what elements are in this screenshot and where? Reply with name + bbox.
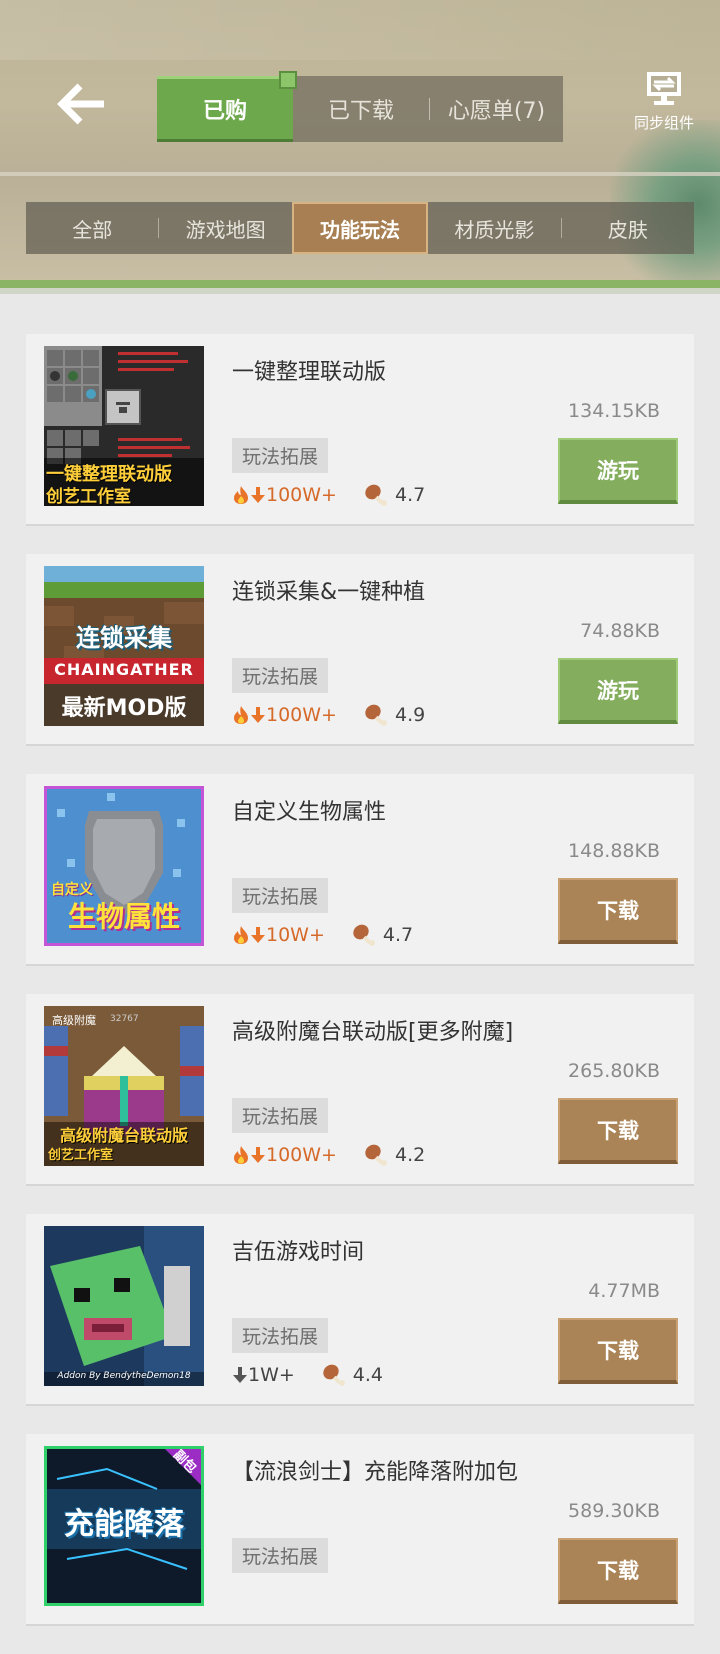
thumbnail-caption: 充能降落 <box>64 1507 184 1542</box>
item-title: 高级附魔台联动版[更多附魔] <box>232 1020 514 1045</box>
item-tag: 玩法拓展 <box>232 878 329 913</box>
purchase-tabs: 已购 已下载 心愿单(7) <box>157 71 563 142</box>
item-stats: 100W+ 4.7 <box>232 482 425 508</box>
fire-icon <box>234 926 248 944</box>
item-downloads: 100W+ <box>266 484 337 506</box>
list-item[interactable]: 高级附魔 32767 高级附魔台联动版 创艺工作室 高级附魔台联动版[更多附魔]… <box>26 994 694 1186</box>
item-title: 吉伍游戏时间 <box>232 1240 365 1265</box>
thumbnail-caption: 高级附魔台联动版 <box>59 1126 188 1145</box>
list-item[interactable]: 连锁采集 CHAINGATHER 最新MOD版 连锁采集&一键种植 74.88K… <box>26 554 694 746</box>
thumbnail-caption: 最新MOD版 <box>61 696 187 721</box>
thumbnail-caption: 创艺工作室 <box>48 1148 114 1163</box>
thumbnail-caption: CHAINGATHER <box>54 660 194 679</box>
item-rating: 4.4 <box>352 1364 384 1386</box>
category-textures-shaders[interactable]: 材质光影 <box>428 202 560 254</box>
sync-icon <box>647 72 681 105</box>
item-size: 74.88KB <box>580 620 660 642</box>
item-tag: 玩法拓展 <box>232 658 329 693</box>
list-item[interactable]: 副包 充能降落 【流浪剑士】充能降落附加包 589.30KB 玩法拓展 下载 <box>26 1434 694 1626</box>
thumbnail-caption: 32767 <box>110 1014 139 1024</box>
item-downloads: 10W+ <box>266 924 325 946</box>
item-tag: 玩法拓展 <box>232 1538 329 1573</box>
item-rating: 4.7 <box>382 924 414 946</box>
back-button[interactable] <box>56 80 108 128</box>
category-tabs: 全部 游戏地图 功能玩法 材质光影 皮肤 <box>26 202 694 254</box>
download-arrow-icon <box>251 487 265 503</box>
thumbnail-caption: Addon By BendytheDemon18 <box>57 1371 191 1381</box>
item-rating: 4.7 <box>394 484 426 506</box>
list-item[interactable]: Addon By BendytheDemon18 吉伍游戏时间 4.77MB 玩… <box>26 1214 694 1406</box>
tab-downloaded[interactable]: 已下载 <box>293 76 429 142</box>
grass-strip-shadow <box>0 288 720 294</box>
item-thumbnail: 副包 充能降落 <box>44 1446 204 1606</box>
fire-icon <box>234 1146 248 1164</box>
download-arrow-icon <box>251 927 265 943</box>
arrow-left-icon <box>57 83 104 125</box>
play-button[interactable]: 游玩 <box>558 658 678 724</box>
item-stats: 100W+ 4.2 <box>232 1142 425 1168</box>
download-button[interactable]: 下载 <box>558 1538 678 1604</box>
download-button[interactable]: 下载 <box>558 878 678 944</box>
fire-icon <box>234 706 248 724</box>
drumstick-icon <box>323 1364 345 1386</box>
tab-purchased[interactable]: 已购 <box>157 71 297 142</box>
grass-strip <box>0 280 720 288</box>
item-stats: 100W+ 4.9 <box>232 702 425 728</box>
item-title: 【流浪剑士】充能降落附加包 <box>232 1460 519 1485</box>
thumbnail-caption: 高级附魔 <box>52 1014 96 1027</box>
item-size: 134.15KB <box>568 400 660 422</box>
play-button[interactable]: 游玩 <box>558 438 678 504</box>
list-item[interactable]: 自定义 生物属性 自定义生物属性 148.88KB 玩法拓展 10W+ 4.7 … <box>26 774 694 966</box>
category-gameplay[interactable]: 功能玩法 <box>291 202 429 254</box>
item-stats: 10W+ 4.7 <box>232 922 413 948</box>
item-list: 一键整理联动版 创艺工作室 一键整理联动版 134.15KB 玩法拓展 100W… <box>26 334 694 1654</box>
item-title: 一键整理联动版 <box>232 360 387 385</box>
item-thumbnail: Addon By BendytheDemon18 <box>44 1226 204 1386</box>
download-arrow-icon <box>251 707 265 723</box>
item-downloads: 100W+ <box>266 704 337 726</box>
item-tag: 玩法拓展 <box>232 438 329 473</box>
drumstick-icon <box>365 1144 387 1166</box>
item-rating: 4.9 <box>394 704 426 726</box>
drumstick-icon <box>353 924 375 946</box>
item-size: 589.30KB <box>568 1500 660 1522</box>
download-button[interactable]: 下载 <box>558 1318 678 1384</box>
item-tag: 玩法拓展 <box>232 1098 329 1133</box>
list-item[interactable]: 一键整理联动版 创艺工作室 一键整理联动版 134.15KB 玩法拓展 100W… <box>26 334 694 526</box>
item-size: 148.88KB <box>568 840 660 862</box>
item-thumbnail: 高级附魔 32767 高级附魔台联动版 创艺工作室 <box>44 1006 204 1166</box>
item-rating: 4.2 <box>394 1144 426 1166</box>
item-thumbnail: 自定义 生物属性 <box>44 786 204 946</box>
tab-wishlist[interactable]: 心愿单(7) <box>430 76 563 142</box>
item-downloads: 1W+ <box>248 1364 295 1386</box>
item-size: 265.80KB <box>568 1060 660 1082</box>
item-stats: 1W+ 4.4 <box>232 1362 383 1388</box>
item-tag: 玩法拓展 <box>232 1318 329 1353</box>
category-all[interactable]: 全部 <box>26 202 158 254</box>
thumbnail-caption: 连锁采集 <box>76 624 172 652</box>
thumbnail-caption: 创艺工作室 <box>46 487 131 506</box>
item-title: 连锁采集&一键种植 <box>232 580 426 605</box>
drumstick-icon <box>365 484 387 506</box>
drumstick-icon <box>365 704 387 726</box>
item-thumbnail: 连锁采集 CHAINGATHER 最新MOD版 <box>44 566 204 726</box>
item-downloads: 100W+ <box>266 1144 337 1166</box>
item-size: 4.77MB <box>588 1280 660 1302</box>
fire-icon <box>234 486 248 504</box>
thumbnail-caption: 生物属性 <box>67 900 180 933</box>
download-button[interactable]: 下载 <box>558 1098 678 1164</box>
download-arrow-icon <box>233 1367 247 1383</box>
download-arrow-icon <box>251 1147 265 1163</box>
sync-components-button[interactable]: 同步组件 <box>624 70 704 133</box>
header-divider <box>0 172 720 176</box>
category-game-maps[interactable]: 游戏地图 <box>159 202 291 254</box>
sync-label: 同步组件 <box>633 114 694 132</box>
item-title: 自定义生物属性 <box>232 800 387 825</box>
item-thumbnail: 一键整理联动版 创艺工作室 <box>44 346 204 506</box>
category-skins[interactable]: 皮肤 <box>562 202 694 254</box>
